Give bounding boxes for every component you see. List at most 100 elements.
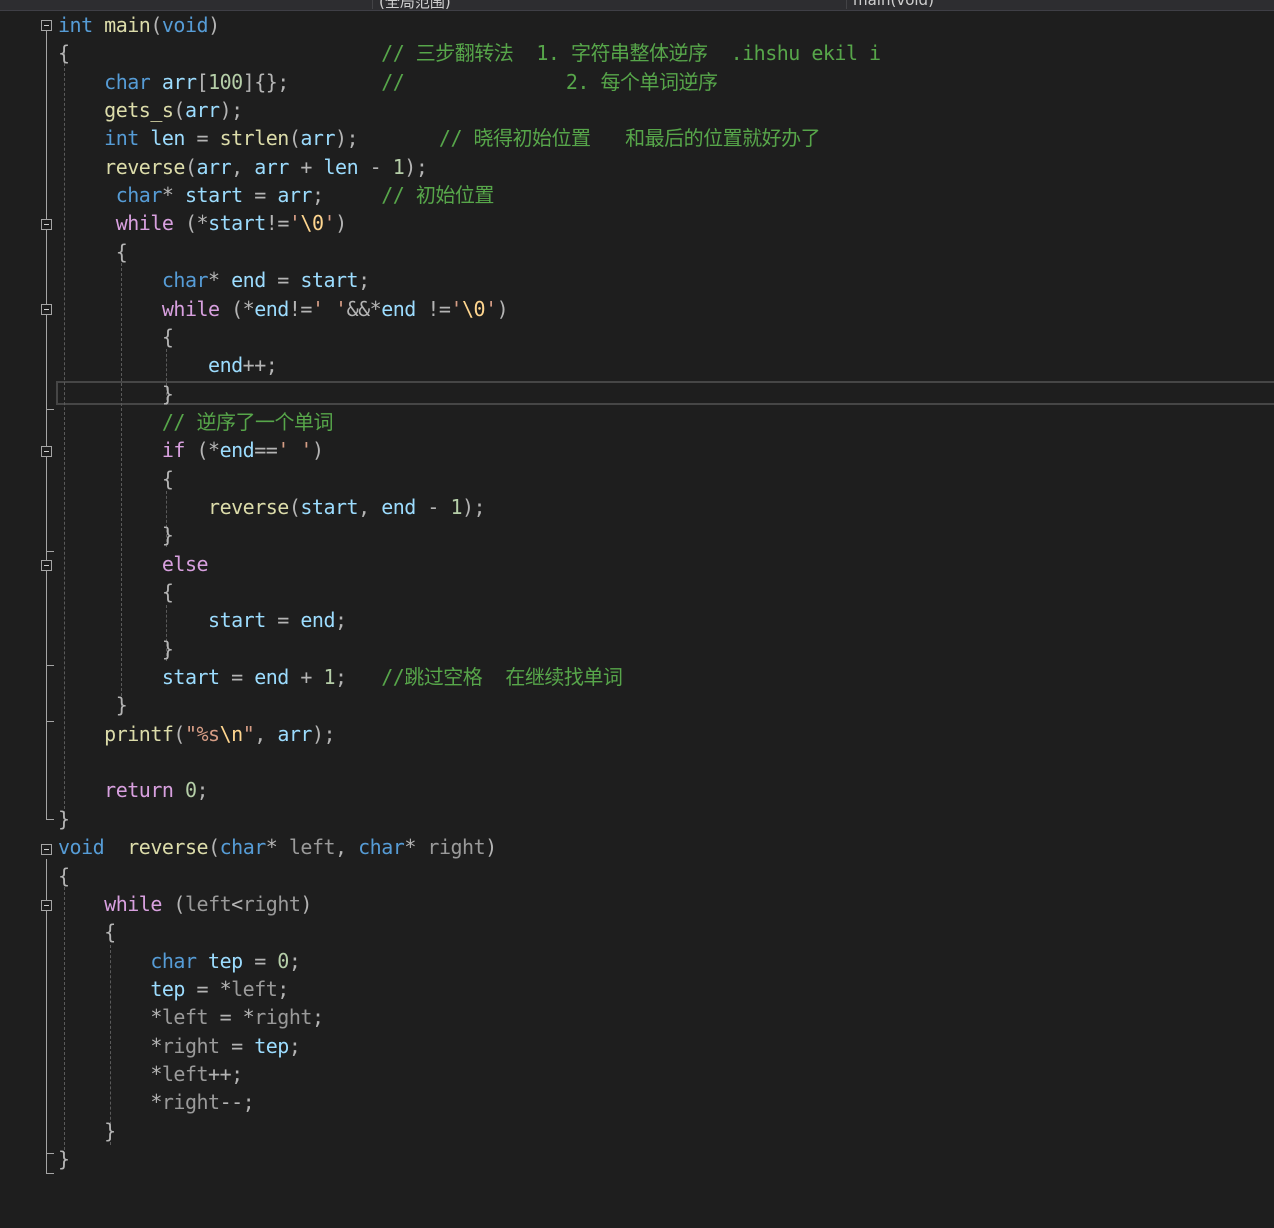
code-token: +	[288, 665, 324, 690]
code-token: *	[208, 268, 232, 293]
code-line[interactable]: gets_s(arr);	[58, 96, 243, 124]
code-line[interactable]: else	[58, 550, 209, 578]
outline-bracket-end	[46, 409, 54, 410]
code-token: void	[161, 13, 209, 37]
code-token: // 2. 每个单词逆序	[381, 69, 718, 94]
code-token: char	[219, 835, 267, 860]
code-token: {	[58, 863, 70, 888]
code-token: ==	[254, 438, 278, 463]
code-line[interactable]: start = end + 1; //跳过空格 在继续找单词	[58, 663, 623, 691]
code-line[interactable]: printf("%s\n", arr);	[58, 720, 335, 748]
code-line[interactable]: {	[58, 918, 116, 946]
code-line[interactable]: }	[58, 805, 70, 833]
code-line[interactable]: {	[58, 323, 174, 351]
code-token: =	[265, 608, 301, 633]
code-line[interactable]: reverse(arr, arr + len - 1);	[58, 153, 428, 181]
code-line[interactable]: {	[58, 238, 128, 266]
code-token: =	[219, 1033, 255, 1058]
code-line[interactable]: reverse(start, end - 1);	[58, 493, 486, 521]
code-token: start	[300, 268, 359, 293]
code-token: }	[58, 381, 174, 406]
code-line[interactable]: int len = strlen(arr); // 晓得初始位置 和最后的位置就…	[58, 124, 820, 152]
collapse-reverse-while-icon[interactable]	[41, 900, 52, 911]
code-token: 1	[392, 154, 405, 179]
code-line[interactable]: // 逆序了一个单词	[58, 408, 334, 436]
collapse-reverse-icon[interactable]	[41, 844, 52, 855]
code-line[interactable]: *left++;	[58, 1060, 243, 1088]
outline-bracket-end	[46, 1153, 54, 1154]
code-token: // 逆序了一个单词	[161, 409, 334, 434]
code-line[interactable]: while (left<right)	[58, 890, 312, 918]
code-line[interactable]: }	[58, 1117, 116, 1145]
code-token: ,	[254, 721, 278, 746]
collapse-else-icon[interactable]	[41, 560, 52, 571]
code-line[interactable]: {	[58, 862, 70, 890]
code-line[interactable]: }	[58, 380, 174, 408]
code-line[interactable]: while (*end!=' '&&*end !='\0')	[58, 295, 509, 323]
code-line[interactable]: *right = tep;	[58, 1032, 301, 1060]
code-line[interactable]: void reverse(char* left, char* right)	[58, 833, 497, 861]
code-token: =	[184, 126, 220, 151]
code-line[interactable]: int main(void)	[58, 11, 220, 39]
code-line[interactable]: {	[58, 465, 174, 493]
code-token: 100	[208, 69, 243, 94]
code-token: -	[415, 494, 451, 519]
code-token: end	[254, 296, 289, 321]
code-line[interactable]: char* end = start;	[58, 266, 370, 294]
code-line[interactable]: }	[58, 691, 128, 719]
code-token: len	[150, 126, 185, 151]
code-line[interactable]: }	[58, 521, 174, 549]
code-token: '	[288, 211, 301, 236]
code-editor[interactable]: int main(void){ // 三步翻转法 1. 字符串整体逆序 .ihs…	[0, 11, 1274, 1228]
member-dropdown[interactable]: main(void)	[846, 0, 1274, 9]
code-token: printf	[104, 721, 174, 746]
code-line[interactable]: end++;	[58, 351, 278, 379]
code-line[interactable]: if (*end==' ')	[58, 436, 324, 464]
code-token: end	[300, 608, 336, 633]
outline-bracket-end	[46, 819, 54, 820]
collapse-main-icon[interactable]	[41, 20, 52, 31]
collapse-inner-while-icon[interactable]	[41, 304, 52, 315]
code-token: '	[323, 211, 336, 236]
project-dropdown[interactable]	[0, 0, 370, 9]
code-token: )	[300, 891, 312, 916]
code-token: tep	[208, 948, 243, 973]
code-token: ++;	[208, 1061, 243, 1086]
code-line[interactable]: }	[58, 1145, 70, 1173]
outline-bracket	[46, 577, 47, 665]
code-token: *	[58, 1005, 162, 1030]
code-line[interactable]: {	[58, 578, 174, 606]
code-token: reverse	[127, 835, 209, 860]
code-line[interactable]: tep = *left;	[58, 975, 289, 1003]
code-line[interactable]: start = end;	[58, 606, 347, 634]
code-line[interactable]: *left = *right;	[58, 1003, 324, 1031]
code-token: while	[104, 891, 162, 916]
code-token: ;	[288, 948, 301, 973]
code-token: }	[58, 1147, 70, 1171]
code-line[interactable]: char arr[100]{}; // 2. 每个单词逆序	[58, 68, 718, 96]
collapse-if-icon[interactable]	[41, 446, 52, 457]
code-token: = *	[184, 976, 232, 1001]
code-token: *	[58, 1090, 162, 1115]
outline-bracket-end	[46, 665, 54, 666]
scope-dropdown[interactable]: (全局范围)	[372, 0, 845, 10]
code-token: ' '	[311, 296, 347, 321]
code-line[interactable]: return 0;	[58, 776, 208, 804]
code-token: (*	[184, 438, 221, 463]
code-line[interactable]: char* start = arr; // 初始位置	[58, 181, 495, 209]
code-line[interactable]: { // 三步翻转法 1. 字符串整体逆序 .ihshu ekil i	[58, 39, 881, 67]
code-token: *	[58, 1061, 162, 1086]
code-line[interactable]: }	[58, 635, 174, 663]
code-line[interactable]: while (*start!='\0')	[58, 209, 347, 237]
code-line[interactable]: *right--;	[58, 1088, 254, 1116]
code-line[interactable]: char tep = 0;	[58, 947, 301, 975]
collapse-while-icon[interactable]	[41, 219, 52, 230]
code-token: right	[161, 1033, 220, 1058]
outline-bracket-end	[46, 721, 54, 722]
